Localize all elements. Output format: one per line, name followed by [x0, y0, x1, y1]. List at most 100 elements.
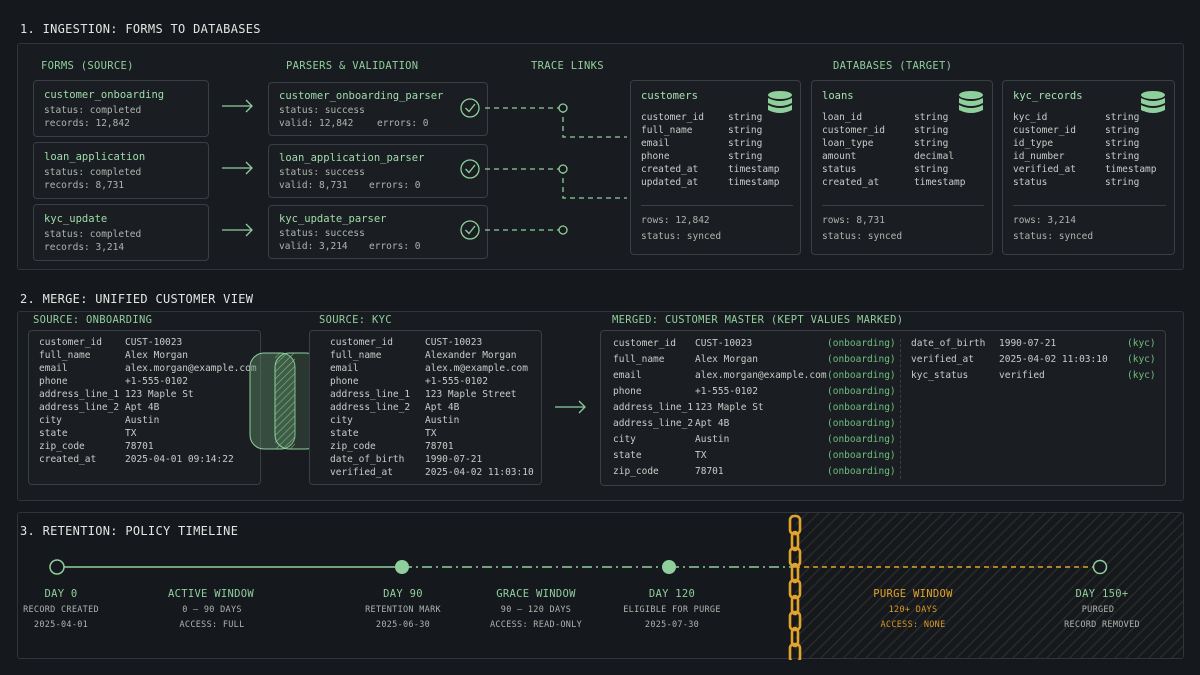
field-row: state TX (onboarding) [613, 448, 897, 464]
merged-fields-right: date_of_birth 1990-07-21 (kyc) verified_at 2… [911, 336, 1156, 384]
db-name: kyc_records [1013, 90, 1083, 102]
field-value: CUST-10023 [695, 338, 753, 349]
field-value: +1-555-0102 [425, 376, 488, 387]
field-source: (onboarding) [827, 434, 896, 445]
parser-name: kyc_update_parser [279, 213, 387, 225]
window-title: ACTIVE WINDOW [167, 588, 255, 600]
field-source: (kyc) [1127, 354, 1156, 365]
field-row: zip_code 78701 (onboarding) [613, 464, 897, 480]
field-row: phone string [641, 150, 788, 163]
field-key: email [39, 363, 68, 374]
field-row: state TX [39, 427, 255, 440]
field-value: 78701 [125, 441, 154, 452]
field-key: customer_id [641, 112, 704, 123]
parser-name: loan_application_parser [279, 152, 425, 164]
field-key: city [613, 434, 636, 445]
field-key: phone [39, 376, 68, 387]
field-row: status string [1013, 176, 1165, 189]
parser-errors: errors: 0 [369, 180, 421, 191]
db-card-kyc-records[interactable]: kyc_records kyc_id string customer_id strin… [1002, 80, 1175, 255]
field-value: timestamp [728, 164, 780, 175]
field-value: CUST-10023 [125, 337, 183, 348]
field-value: TX [695, 450, 707, 461]
field-row: verified_at timestamp [1013, 163, 1165, 176]
field-value: Alex Morgan [125, 350, 188, 361]
parser-errors: errors: 0 [369, 241, 421, 252]
arrow-right-icon [222, 161, 253, 175]
field-value: Apt 4B [425, 402, 460, 413]
field-key: verified_at [911, 354, 974, 365]
field-row: email alex.m@example.com [330, 362, 545, 375]
db-fields: kyc_idstring customer_id string id_type stri… [1013, 111, 1165, 189]
merged-fields-left: customer_id CUST-10023 (onboarding) full_na… [613, 336, 897, 480]
db-card-loans[interactable]: loans loan_id string customer_id string loan… [811, 80, 993, 255]
field-row: date_of_birth 1990-07-21 [330, 453, 545, 466]
field-key: date_of_birth [911, 338, 986, 349]
field-row: city Austin [330, 414, 545, 427]
field-value: string [914, 125, 949, 136]
point-day: DAY 90 [383, 588, 423, 600]
field-key: full_name [330, 350, 382, 361]
point-date: RECORD REMOVED [1064, 620, 1140, 630]
db-rows: rows: 12,842 [641, 215, 710, 226]
field-key: customer_id [822, 125, 885, 136]
db-rows: rows: 3,214 [1013, 215, 1076, 226]
field-key: id_type [1013, 138, 1054, 149]
field-value: string [1105, 138, 1140, 149]
kyc-fields: customer_id CUST-10023 full_name Alexander … [330, 336, 545, 479]
form-status: status: completed [44, 167, 142, 178]
field-row: full_name Alexander Morgan [330, 349, 545, 362]
form-card-loan-application[interactable]: loan_application status: completed recor… [33, 142, 209, 199]
merged-divider [900, 339, 901, 479]
field-row: state TX [330, 427, 545, 440]
field-row: phone +1-555-0102 (onboarding) [613, 384, 897, 400]
field-key: address_line_2 [39, 402, 120, 413]
arrow-right-icon [555, 400, 586, 414]
kyc-title: SOURCE: KYC [319, 314, 392, 326]
field-value: string [1105, 125, 1140, 136]
field-key: customer_id [1013, 125, 1076, 136]
check-circle-icon [460, 159, 480, 179]
field-value: string [728, 125, 763, 136]
form-status: status: completed [44, 105, 142, 116]
parser-status: status: success [279, 167, 365, 178]
form-card-kyc-update[interactable]: kyc_update status: completed records: 3,… [33, 204, 209, 261]
field-value: 123 Maple St [695, 402, 764, 413]
field-key: kyc_id [1013, 112, 1048, 123]
field-value: string [728, 112, 763, 123]
field-row: verified_at 2025-04-02 11:03:10 (kyc) [911, 352, 1156, 368]
field-value: TX [125, 428, 137, 439]
merged-record: customer_id CUST-10023 (onboarding) full_na… [600, 330, 1166, 486]
field-value: Apt 4B [125, 402, 160, 413]
field-row: customer_id string [1013, 124, 1165, 137]
field-value: alex.morgan@example.com [695, 370, 827, 381]
field-key: phone [330, 376, 359, 387]
field-row: id_number string [1013, 150, 1165, 163]
field-key: customer_id [613, 338, 676, 349]
field-row: loan_type string [822, 137, 974, 150]
field-source: (kyc) [1127, 338, 1156, 349]
form-card-customer-onboarding[interactable]: customer_onboarding status: completed re… [33, 80, 209, 137]
field-row: created_at timestamp [641, 163, 788, 176]
col-trace-header: TRACE LINKS [531, 60, 604, 72]
field-key: zip_code [39, 441, 85, 452]
kyc-record: customer_id CUST-10023 full_name Alexander … [309, 330, 542, 485]
field-key: status [822, 164, 857, 175]
field-source: (onboarding) [827, 338, 896, 349]
field-row: customer_id CUST-10023 [330, 336, 545, 349]
field-value: 1990-07-21 [999, 338, 1057, 349]
field-value: decimal [914, 151, 955, 162]
field-row: amount decimal [822, 150, 974, 163]
form-records: records: 3,214 [44, 242, 125, 253]
form-name: customer_onboarding [44, 89, 165, 101]
field-row: address_line_1 123 Maple St (onboarding) [613, 400, 897, 416]
db-card-customers[interactable]: customers customer_id string full_name stri… [630, 80, 801, 255]
field-row: address_line_1 123 Maple Street [330, 388, 545, 401]
form-records: records: 12,842 [44, 118, 130, 129]
field-key: zip_code [613, 466, 659, 477]
db-divider [822, 205, 984, 206]
timeline-node-day90 [395, 560, 409, 574]
db-name: customers [641, 90, 698, 102]
field-row: zip_code 78701 [330, 440, 545, 453]
field-key: updated_at [641, 177, 699, 188]
